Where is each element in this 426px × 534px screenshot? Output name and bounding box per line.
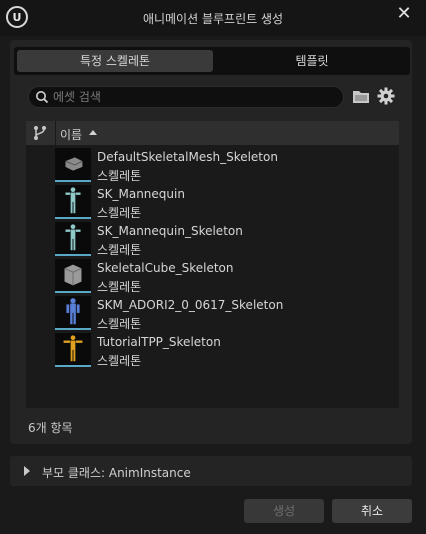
tab-specific-skeleton[interactable]: 특정 스켈레톤 xyxy=(17,50,213,72)
asset-type: 스켈레톤 xyxy=(97,354,142,368)
chevron-right-icon[interactable] xyxy=(24,466,30,476)
list-item[interactable]: SK_Mannequin_Skeleton 스켈레톤 xyxy=(26,221,399,257)
character-thumbnail-icon xyxy=(55,333,91,367)
mesh-thumbnail-icon xyxy=(55,148,91,182)
asset-list[interactable]: 이름 DefaultSkeletalMesh_Skeleton 스켈레톤 SK_… xyxy=(26,121,399,408)
list-header: 이름 xyxy=(26,121,399,145)
asset-type: 스켈레톤 xyxy=(97,317,142,331)
cancel-button[interactable]: 취소 xyxy=(332,499,412,523)
item-count: 6개 항목 xyxy=(28,421,73,435)
asset-name: SK_Mannequin xyxy=(97,187,185,201)
search-input[interactable] xyxy=(53,87,333,107)
header-divider xyxy=(55,121,56,145)
title-bar: U 애니메이션 블루프린트 생성 ✕ xyxy=(0,0,426,36)
close-icon[interactable]: ✕ xyxy=(394,4,414,24)
asset-name: SkeletalCube_Skeleton xyxy=(97,261,234,275)
search-box[interactable] xyxy=(28,86,344,108)
mannequin-thumbnail-icon xyxy=(55,222,91,256)
tab-bar: 특정 스켈레톤 템플릿 xyxy=(14,47,410,75)
search-icon xyxy=(36,91,49,104)
asset-name: SKM_ADORI2_0_0617_Skeleton xyxy=(97,298,284,312)
list-item[interactable]: TutorialTPP_Skeleton 스켈레톤 xyxy=(26,332,399,368)
gear-icon[interactable] xyxy=(376,86,396,106)
cube-thumbnail-icon xyxy=(55,259,91,293)
branch-icon[interactable] xyxy=(33,125,47,141)
parent-class-label: 부모 클래스: AnimInstance xyxy=(42,466,191,480)
asset-type: 스켈레톤 xyxy=(97,243,142,257)
asset-type: 스켈레톤 xyxy=(97,206,142,220)
folder-icon[interactable] xyxy=(352,88,370,104)
list-item[interactable]: SkeletalCube_Skeleton 스켈레톤 xyxy=(26,258,399,294)
asset-type: 스켈레톤 xyxy=(97,280,142,294)
create-button[interactable]: 생성 xyxy=(244,499,324,523)
asset-name: TutorialTPP_Skeleton xyxy=(97,335,221,349)
mannequin-thumbnail-icon xyxy=(55,185,91,219)
asset-type: 스켈레톤 xyxy=(97,169,142,183)
character-thumbnail-icon xyxy=(55,296,91,330)
name-column-header[interactable]: 이름 xyxy=(60,126,82,143)
tab-template[interactable]: 템플릿 xyxy=(217,50,407,72)
parent-class-section[interactable]: 부모 클래스: AnimInstance xyxy=(10,456,412,486)
list-item[interactable]: DefaultSkeletalMesh_Skeleton 스켈레톤 xyxy=(26,147,399,183)
asset-name: SK_Mannequin_Skeleton xyxy=(97,224,243,238)
asset-name: DefaultSkeletalMesh_Skeleton xyxy=(97,150,278,164)
list-item[interactable]: SK_Mannequin 스켈레톤 xyxy=(26,184,399,220)
window-title: 애니메이션 블루프린트 생성 xyxy=(142,12,284,26)
list-item[interactable]: SKM_ADORI2_0_0617_Skeleton 스켈레톤 xyxy=(26,295,399,331)
sort-ascending-icon[interactable] xyxy=(89,130,97,135)
